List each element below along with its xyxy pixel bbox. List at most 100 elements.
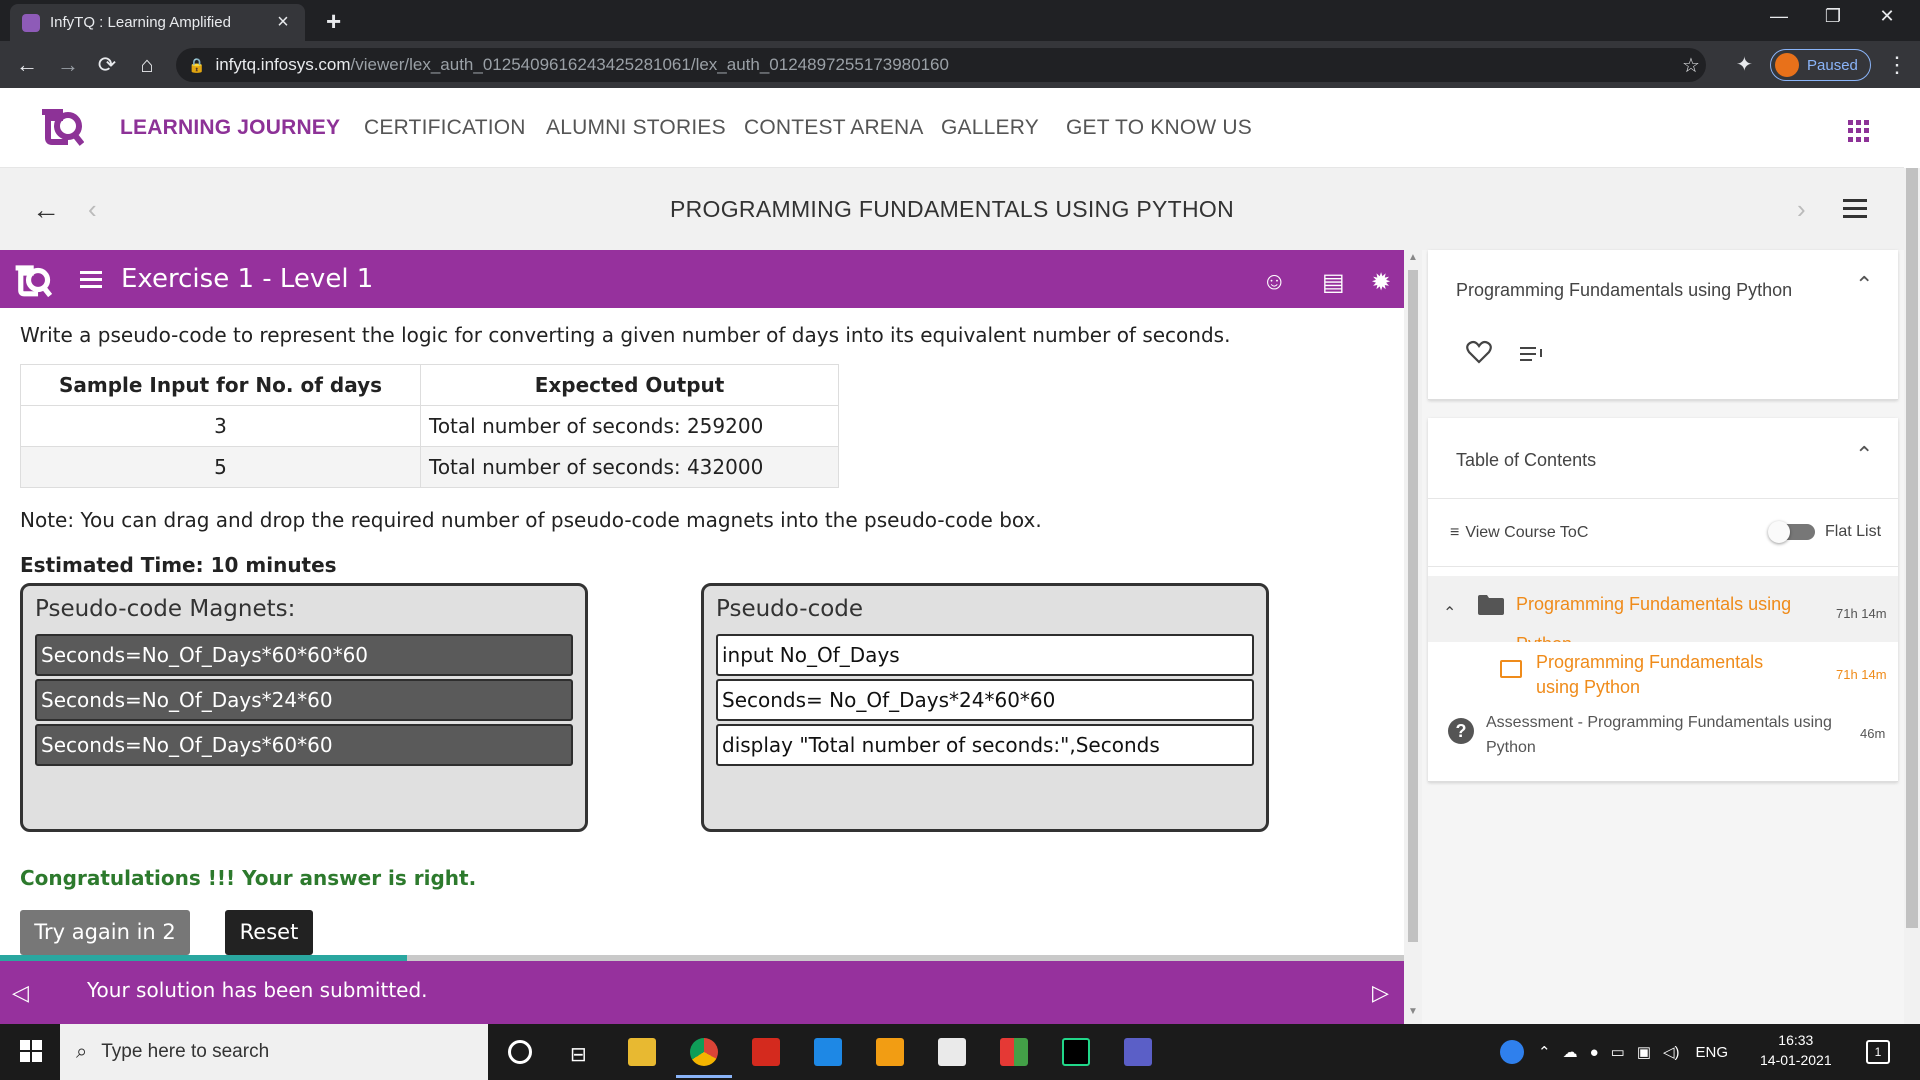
resource-icon: [1500, 660, 1522, 678]
document-app-icon[interactable]: [938, 1038, 966, 1066]
cortana-icon[interactable]: [508, 1040, 532, 1064]
clock-date: 14-01-2021: [1760, 1052, 1832, 1068]
scroll-up-icon[interactable]: ▲: [1408, 252, 1418, 263]
table-cell: 3: [20, 405, 421, 447]
view-course-toc-label: View Course ToC: [1465, 524, 1589, 541]
infytq-logo[interactable]: [38, 104, 84, 148]
taskbar-search[interactable]: ⌕ Type here to search: [60, 1024, 488, 1080]
collapse-chevron-icon[interactable]: ⌃: [1855, 272, 1873, 298]
calendar-icon[interactable]: ▤: [1322, 268, 1345, 297]
toc-item-label[interactable]: Assessment - Programming Fundamentals us…: [1486, 710, 1846, 760]
sublime-icon[interactable]: [876, 1038, 904, 1066]
nav-contest-arena[interactable]: CONTEST ARENA: [744, 116, 924, 140]
flat-list-toggle-knob[interactable]: [1768, 521, 1790, 543]
try-again-button[interactable]: Try again in 2: [20, 910, 190, 955]
minimize-button[interactable]: —: [1756, 6, 1802, 27]
reload-icon[interactable]: ⟳: [94, 52, 120, 78]
reset-button[interactable]: Reset: [225, 910, 313, 955]
tab-title: InfyTQ : Learning Amplified: [50, 14, 231, 31]
table-cell: Total number of seconds: 432000: [420, 446, 839, 488]
avatar: [1775, 53, 1799, 77]
cloud-icon[interactable]: ☁: [1563, 1043, 1578, 1061]
acrobat-icon[interactable]: [752, 1038, 780, 1066]
magnet-item[interactable]: Seconds=No_Of_Days*24*60: [35, 679, 573, 721]
back-icon[interactable]: ←: [14, 52, 40, 78]
battery-icon[interactable]: ▭: [1611, 1043, 1625, 1061]
nav-get-to-know-us[interactable]: GET TO KNOW US: [1066, 116, 1252, 140]
course-menu-icon[interactable]: [1843, 199, 1867, 223]
settings-gear-icon[interactable]: ✹: [1371, 268, 1391, 297]
home-icon[interactable]: ⌂: [134, 52, 160, 78]
windows-start-icon[interactable]: [20, 1040, 42, 1062]
toc-item-label[interactable]: Programming Fundamentals using Python: [1516, 584, 1826, 642]
scroll-down-icon[interactable]: ▼: [1408, 1006, 1418, 1017]
previous-exercise-icon[interactable]: ◁: [12, 980, 29, 1006]
browser-menu-icon[interactable]: ⋮: [1886, 52, 1908, 78]
office-app-icon[interactable]: [1000, 1038, 1028, 1066]
teams-icon[interactable]: [1124, 1038, 1152, 1066]
magnets-title: Pseudo-code Magnets:: [35, 596, 296, 622]
pseudo-code-box[interactable]: Pseudo-code input No_Of_Days Seconds= No…: [701, 583, 1269, 832]
maximize-button[interactable]: ❐: [1810, 6, 1856, 27]
forward-icon[interactable]: →: [55, 52, 81, 78]
apps-grid-icon[interactable]: [1848, 120, 1870, 142]
close-window-button[interactable]: ✕: [1864, 6, 1910, 27]
tab-close-icon[interactable]: ×: [273, 11, 293, 34]
lock-icon: 🔒: [188, 56, 206, 73]
nav-alumni-stories[interactable]: ALUMNI STORIES: [546, 116, 726, 140]
collapse-chevron-icon[interactable]: ⌃: [1855, 442, 1873, 468]
bookmark-star-icon[interactable]: ☆: [1682, 53, 1700, 78]
smiley-icon[interactable]: ☺: [1262, 268, 1287, 296]
nav-gallery[interactable]: GALLERY: [941, 116, 1039, 140]
folder-icon: [1478, 595, 1504, 615]
exercise-prompt: Write a pseudo-code to represent the log…: [20, 323, 1231, 347]
expand-caret-icon[interactable]: ⌃: [1443, 603, 1456, 623]
code-line[interactable]: display "Total number of seconds:",Secon…: [716, 724, 1254, 766]
tray-chevron-icon[interactable]: ⌃: [1538, 1043, 1551, 1061]
toc-item-label[interactable]: Programming Fundamentals using Python: [1536, 650, 1796, 700]
toc-title: Table of Contents: [1456, 450, 1597, 470]
task-view-icon[interactable]: ⊟: [570, 1042, 587, 1067]
notifications-button[interactable]: 1: [1866, 1040, 1890, 1064]
language-indicator[interactable]: ENG: [1696, 1044, 1729, 1061]
heart-icon[interactable]: [1466, 340, 1492, 364]
pycharm-icon[interactable]: [1062, 1038, 1090, 1066]
divider: [1428, 566, 1898, 567]
magnet-item[interactable]: Seconds=No_Of_Days*60*60: [35, 724, 573, 766]
drag-note: Note: You can drag and drop the required…: [20, 508, 1042, 532]
playlist-add-icon[interactable]: [1520, 346, 1544, 362]
address-bar[interactable]: 🔒 infytq.infosys.com/viewer/lex_auth_012…: [176, 48, 1706, 82]
exercise-menu-icon[interactable]: [80, 271, 102, 292]
code-line[interactable]: input No_Of_Days: [716, 634, 1254, 676]
page-scroll-thumb[interactable]: [1906, 168, 1918, 928]
url-path: /viewer/lex_auth_01254096162434252810​61…: [350, 55, 949, 74]
flat-list-label: Flat List: [1825, 523, 1882, 540]
vscode-icon[interactable]: [814, 1038, 842, 1066]
toc-item-duration: 71h 14m: [1836, 606, 1887, 621]
network-icon[interactable]: ▣: [1637, 1043, 1651, 1061]
volume-icon[interactable]: ◁): [1663, 1043, 1680, 1061]
nav-learning-journey[interactable]: LEARNING JOURNEY: [120, 116, 340, 140]
profile-button[interactable]: Paused: [1770, 49, 1871, 81]
magnet-item[interactable]: Seconds=No_Of_Days*60*60*60: [35, 634, 573, 676]
file-explorer-icon[interactable]: [628, 1038, 656, 1066]
clock[interactable]: 16:33 14-01-2021: [1760, 1030, 1832, 1070]
next-chevron-icon[interactable]: ›: [1797, 194, 1806, 225]
next-exercise-icon[interactable]: ▷: [1372, 980, 1389, 1006]
extensions-icon[interactable]: ✦: [1736, 52, 1753, 77]
code-line[interactable]: Seconds= No_Of_Days*24*60*60: [716, 679, 1254, 721]
nav-certification[interactable]: CERTIFICATION: [364, 116, 526, 140]
browser-tab[interactable]: InfyTQ : Learning Amplified ×: [10, 4, 305, 41]
assessment-question-icon: ?: [1448, 718, 1474, 744]
magnets-box: Pseudo-code Magnets: Seconds=No_Of_Days*…: [20, 583, 588, 832]
help-icon[interactable]: [1500, 1040, 1524, 1064]
new-tab-button[interactable]: +: [326, 6, 341, 37]
active-app-indicator: [676, 1075, 732, 1078]
exercise-scroll-thumb[interactable]: [1408, 270, 1418, 942]
chrome-icon[interactable]: [690, 1038, 718, 1066]
microphone-icon[interactable]: ●: [1590, 1044, 1599, 1061]
course-card-title: Programming Fundamentals using Python: [1456, 280, 1793, 300]
system-tray[interactable]: ⌃ ☁ ● ▭ ▣ ◁) ENG: [1500, 1040, 1728, 1064]
result-message: Congratulations !!! Your answer is right…: [20, 866, 477, 890]
view-course-toc-link[interactable]: ≡ View Course ToC: [1450, 524, 1588, 542]
